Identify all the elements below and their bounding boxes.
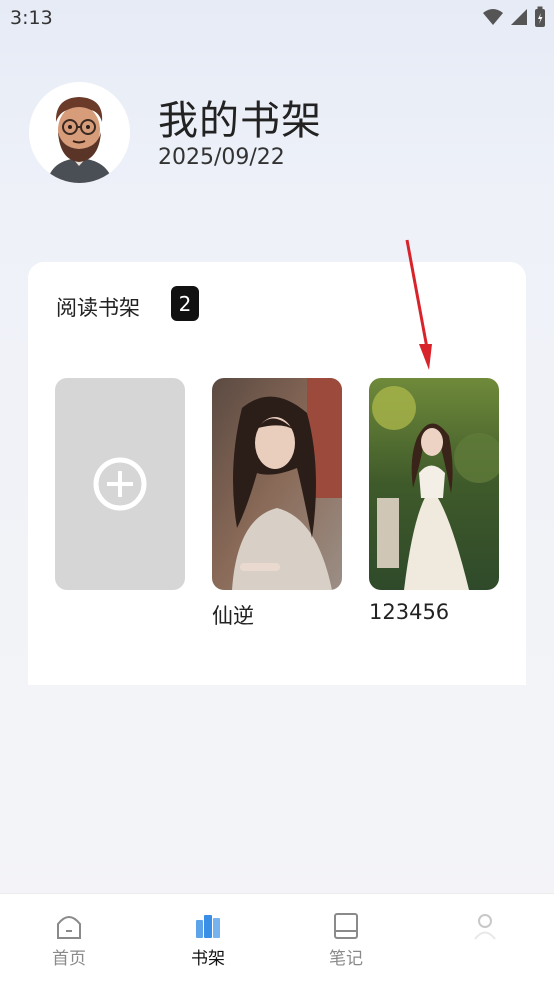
signal-icon: [511, 9, 527, 25]
page-date: 2025/09/22: [158, 145, 285, 170]
tab-bookshelf[interactable]: 书架: [168, 912, 248, 969]
tab-label: 首页: [52, 949, 86, 969]
notebook-icon: [334, 913, 358, 939]
add-book-button[interactable]: [55, 378, 185, 590]
tab-home[interactable]: 首页: [29, 912, 109, 969]
bookshelf-icon: [196, 915, 220, 938]
book-item[interactable]: 123456: [369, 378, 499, 624]
wifi-icon: [483, 9, 503, 25]
book-cover-image: [369, 378, 499, 590]
home-icon: [57, 916, 81, 939]
tab-label: 笔记: [329, 949, 363, 969]
page-title: 我的书架: [158, 98, 322, 144]
annotation-arrow: [405, 239, 432, 370]
status-bar: 3:13: [0, 0, 554, 36]
book-cover-image: [212, 378, 342, 590]
status-time: 3:13: [10, 7, 53, 29]
book-title: 仙逆: [212, 604, 254, 628]
book-count-badge: 2: [171, 286, 199, 321]
battery-icon: [535, 6, 545, 27]
tab-label: 书架: [191, 949, 225, 969]
book-title: 123456: [369, 600, 450, 624]
tab-profile[interactable]: [445, 912, 525, 944]
bookshelf-card: 阅读书架 2 仙逆 123456: [28, 262, 526, 685]
bottom-tab-bar: 首页 书架 笔记: [0, 893, 554, 985]
tab-notes[interactable]: 笔记: [306, 912, 386, 969]
status-icons: [482, 6, 546, 28]
bookshelf-title: 阅读书架: [56, 296, 140, 320]
book-item[interactable]: 仙逆: [212, 378, 342, 630]
profile-icon: [474, 914, 496, 940]
avatar[interactable]: [29, 82, 130, 183]
plus-circle-icon: [93, 457, 147, 511]
avatar-illustration: [29, 82, 130, 183]
